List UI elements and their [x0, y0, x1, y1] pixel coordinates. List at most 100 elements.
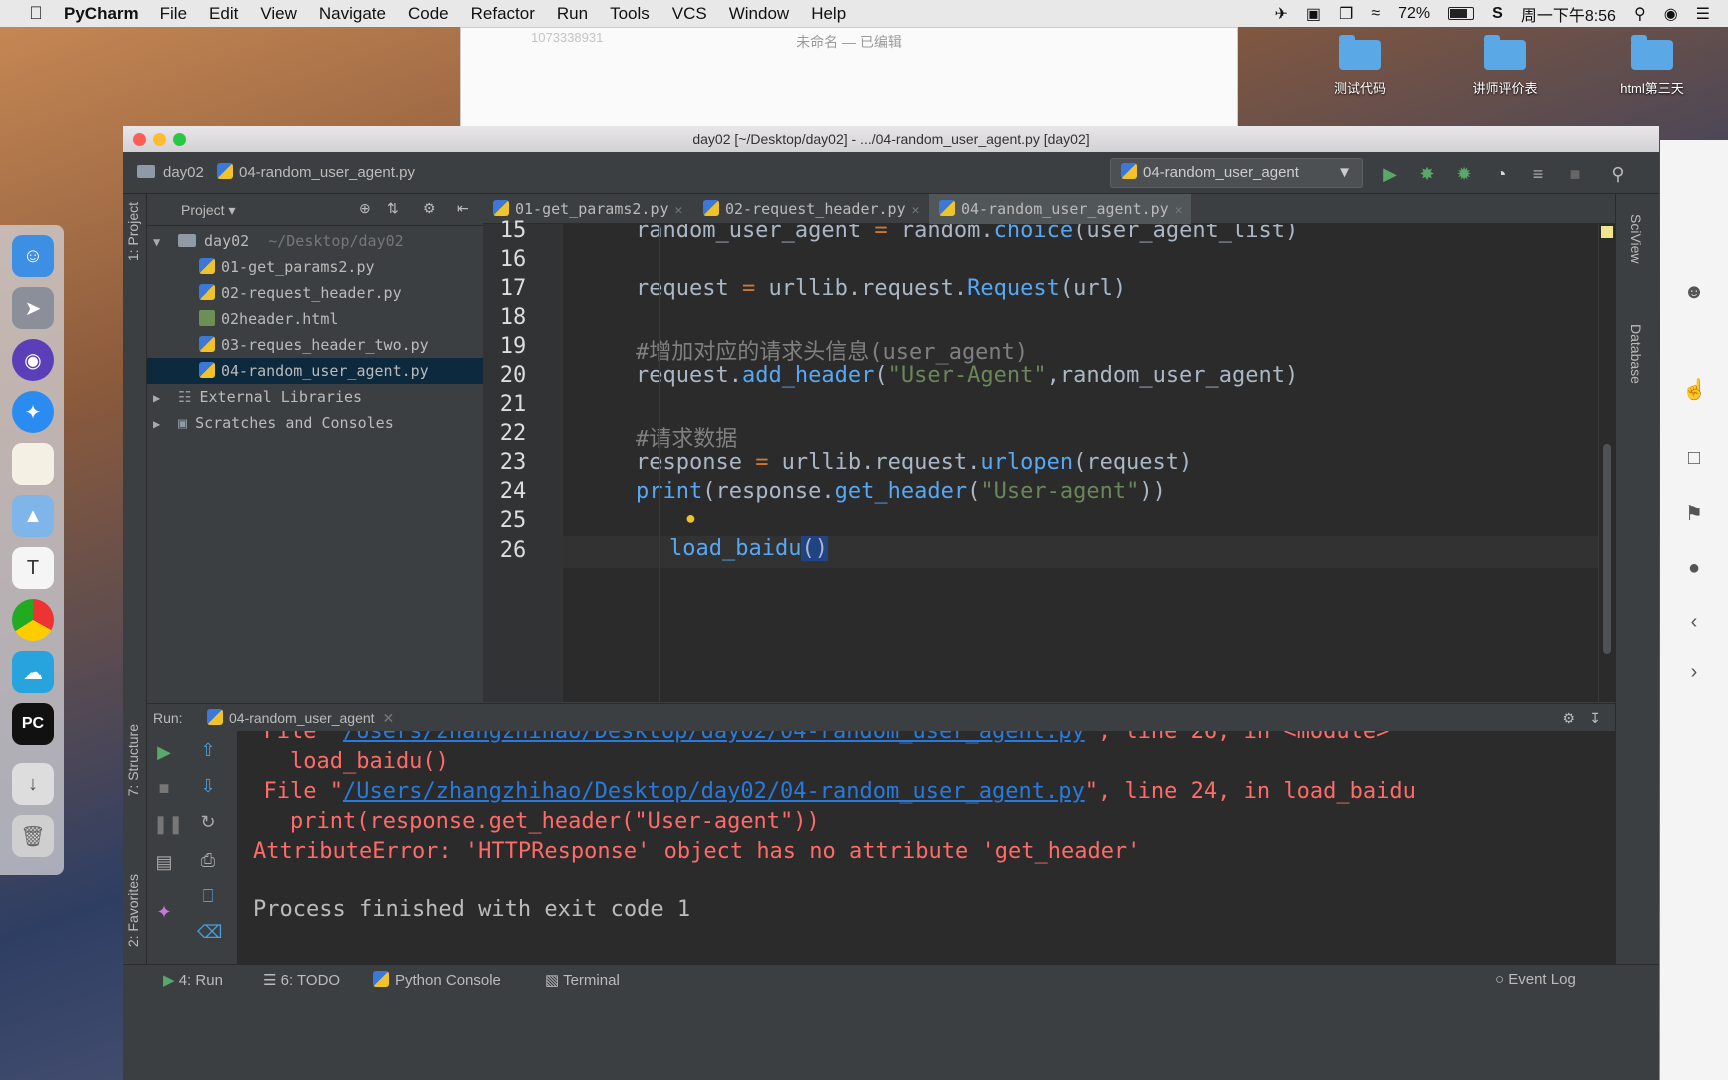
warning-marker[interactable] — [1601, 226, 1613, 238]
airplane-icon[interactable]: ✈ — [1274, 4, 1287, 24]
menu-navigate[interactable]: Navigate — [319, 4, 386, 24]
pin-icon[interactable]: ✦ — [153, 901, 175, 923]
gear-icon[interactable]: ⚙ — [1562, 704, 1575, 732]
desktop-folder-html-day3[interactable]: html第三天 — [1597, 35, 1707, 97]
keynote-icon[interactable]: ▲ — [12, 495, 54, 537]
debug-icon[interactable]: ✸ — [1416, 163, 1438, 185]
tree-file[interactable]: 03-reques_header_two.py — [147, 332, 483, 358]
tool-todo[interactable]: ☰ 6: TODO — [263, 971, 340, 989]
code-editor[interactable]: random_user_agent = random.choice(user_a… — [563, 224, 1615, 702]
tree-file[interactable]: 02-request_header.py — [147, 280, 483, 306]
finder-icon[interactable]: ☺ — [12, 235, 54, 277]
apple-icon[interactable]:  — [16, 3, 56, 24]
breadcrumb-file[interactable]: 04-random_user_agent.py — [217, 152, 415, 194]
cloud-app-icon[interactable]: ☁ — [12, 651, 54, 693]
close-window-button[interactable] — [133, 133, 146, 146]
tree-file-selected[interactable]: 04-random_user_agent.py — [147, 358, 483, 384]
safari-icon[interactable]: ✦ — [12, 391, 54, 433]
locate-icon[interactable]: ⊕ — [359, 200, 371, 217]
menu-file[interactable]: File — [160, 4, 187, 24]
clock[interactable]: 周一下午8:56 — [1521, 2, 1616, 26]
close-icon[interactable]: ✕ — [912, 203, 920, 218]
menu-code[interactable]: Code — [408, 4, 449, 24]
menu-refactor[interactable]: Refactor — [471, 4, 535, 24]
up-arrow-icon[interactable]: ⇧ — [197, 739, 219, 761]
tab-sciview[interactable]: SciView — [1628, 214, 1644, 264]
desktop-folder-teacher-eval[interactable]: 讲师评价表 — [1450, 35, 1560, 97]
rerun-icon[interactable]: ▶ — [153, 741, 175, 763]
breadcrumb-project[interactable]: day02 — [137, 152, 204, 194]
tab-database[interactable]: Database — [1628, 324, 1644, 384]
app-menu[interactable]: PyCharm — [64, 4, 139, 24]
tool-run[interactable]: ▶ 4: Run — [163, 971, 223, 989]
editor-scrollbar[interactable] — [1603, 444, 1611, 654]
search-everywhere-icon[interactable]: ⚲ — [1607, 163, 1629, 185]
launchpad-icon[interactable]: ➤ — [12, 287, 54, 329]
notification-center-icon[interactable]: ☰ — [1696, 4, 1710, 24]
tab-structure[interactable]: 7: Structure — [125, 724, 141, 796]
sogou-icon[interactable]: S — [1492, 5, 1503, 23]
close-icon[interactable]: ✕ — [675, 203, 683, 218]
tree-root[interactable]: ▼ day02 ~/Desktop/day02 — [147, 228, 483, 254]
trash-icon[interactable]: ⌫ — [197, 921, 222, 943]
bookmark-icon[interactable]: ⚑ — [1682, 502, 1706, 526]
pycharm-dock-icon[interactable]: PC — [12, 703, 54, 745]
layout-icon[interactable]: ▤ — [153, 851, 175, 873]
down-arrow-icon[interactable]: ⇩ — [197, 775, 219, 797]
gear-icon[interactable]: ⚙ — [423, 200, 436, 217]
minimize-window-button[interactable] — [153, 133, 166, 146]
tree-file[interactable]: 02header.html — [147, 306, 483, 332]
notes-icon[interactable] — [12, 443, 54, 485]
menu-view[interactable]: View — [260, 4, 297, 24]
profile-icon[interactable]: ◔ — [1490, 163, 1512, 185]
trash-icon[interactable]: 🗑 — [12, 815, 54, 857]
menu-tools[interactable]: Tools — [610, 4, 650, 24]
close-icon[interactable]: ✕ — [1175, 203, 1183, 218]
tab-02-request-header[interactable]: 02-request_header.py ✕ — [693, 194, 929, 224]
window-titlebar[interactable]: day02 [~/Desktop/day02] - .../04-random_… — [123, 126, 1659, 152]
hide-panel-icon[interactable]: ↧ — [1589, 704, 1601, 732]
tab-project[interactable]: 1: Project — [125, 202, 141, 261]
coverage-icon[interactable]: ✹ — [1453, 163, 1475, 185]
menu-help[interactable]: Help — [811, 4, 846, 24]
spotlight-icon[interactable]: ⚲ — [1634, 4, 1646, 24]
zoom-window-button[interactable] — [173, 133, 186, 146]
stop-icon[interactable]: ■ — [1564, 163, 1586, 185]
scroll-end-icon[interactable]: ⎕ — [197, 885, 219, 907]
background-document-window[interactable]: 1073338931 未命名 — 已编辑 — [460, 27, 1238, 127]
menu-window[interactable]: Window — [729, 4, 789, 24]
tool-terminal[interactable]: ▧ Terminal — [545, 971, 620, 989]
run-console[interactable]: File "/Users/zhangzhihao/Desktop/day02/0… — [237, 731, 1615, 964]
tree-external-libraries[interactable]: ▶ ☷ External Libraries — [147, 384, 483, 410]
menu-vcs[interactable]: VCS — [672, 4, 707, 24]
menu-edit[interactable]: Edit — [209, 4, 238, 24]
display-icon[interactable]: ▣ — [1306, 4, 1321, 24]
chevron-right-icon[interactable]: › — [1682, 660, 1706, 684]
typora-icon[interactable]: T — [12, 547, 54, 589]
like-icon[interactable]: ☝ — [1682, 378, 1707, 402]
siri-dock-icon[interactable]: ◉ — [12, 339, 54, 381]
downloads-icon[interactable]: ↓ — [12, 763, 54, 805]
tool-event-log[interactable]: ○ Event Log — [1495, 971, 1576, 988]
close-icon[interactable]: ✕ — [383, 710, 395, 726]
comment-icon[interactable]: □ — [1682, 446, 1706, 470]
wifi-icon[interactable]: ≈ — [1371, 5, 1380, 23]
hide-panel-icon[interactable]: ⇤ — [457, 200, 469, 217]
run-icon[interactable]: ▶ — [1379, 163, 1401, 185]
menu-run[interactable]: Run — [557, 4, 588, 24]
chevron-left-icon[interactable]: ‹ — [1682, 610, 1706, 634]
tool-python-console[interactable]: Python Console — [373, 971, 501, 989]
battery-icon[interactable] — [1448, 7, 1475, 20]
print-icon[interactable]: ⎙ — [197, 849, 219, 871]
screens-icon[interactable]: ❐ — [1339, 4, 1353, 24]
desktop-folder-test-code[interactable]: 测试代码 — [1305, 35, 1415, 97]
editor-error-stripe[interactable] — [1598, 224, 1615, 702]
chrome-icon[interactable] — [12, 599, 54, 641]
stop-icon[interactable]: ■ — [153, 777, 175, 799]
tab-favorites[interactable]: 2: Favorites — [125, 874, 141, 947]
siri-icon[interactable]: ◉ — [1664, 4, 1678, 24]
tree-scratches[interactable]: ▶ ▣ Scratches and Consoles — [147, 410, 483, 436]
collapse-icon[interactable]: ⇅ — [387, 200, 399, 217]
soft-wrap-icon[interactable]: ↻ — [197, 811, 219, 833]
lightbulb-icon[interactable]: ● — [685, 508, 696, 529]
